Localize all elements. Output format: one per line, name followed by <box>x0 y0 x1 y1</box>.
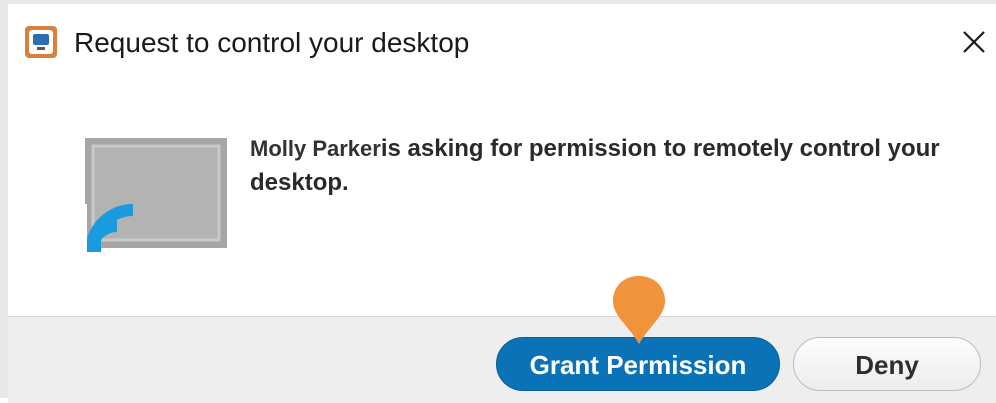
screen-share-icon <box>81 138 227 252</box>
dialog-title: Request to control your desktop <box>74 27 470 58</box>
title-bar: Request to control your desktop <box>8 4 996 86</box>
permission-message: Molly Parkeris asking for permission to … <box>250 132 990 200</box>
close-icon[interactable] <box>956 24 992 60</box>
deny-button[interactable]: Deny <box>793 337 981 391</box>
permission-dialog: Request to control your desktop Molly Pa… <box>0 0 996 403</box>
app-icon <box>25 26 57 58</box>
location-marker-icon <box>613 276 665 344</box>
requester-name: Molly Parker <box>250 136 381 161</box>
dialog-footer: Grant Permission Deny <box>8 316 996 403</box>
dialog-content: Molly Parkeris asking for permission to … <box>8 86 996 314</box>
